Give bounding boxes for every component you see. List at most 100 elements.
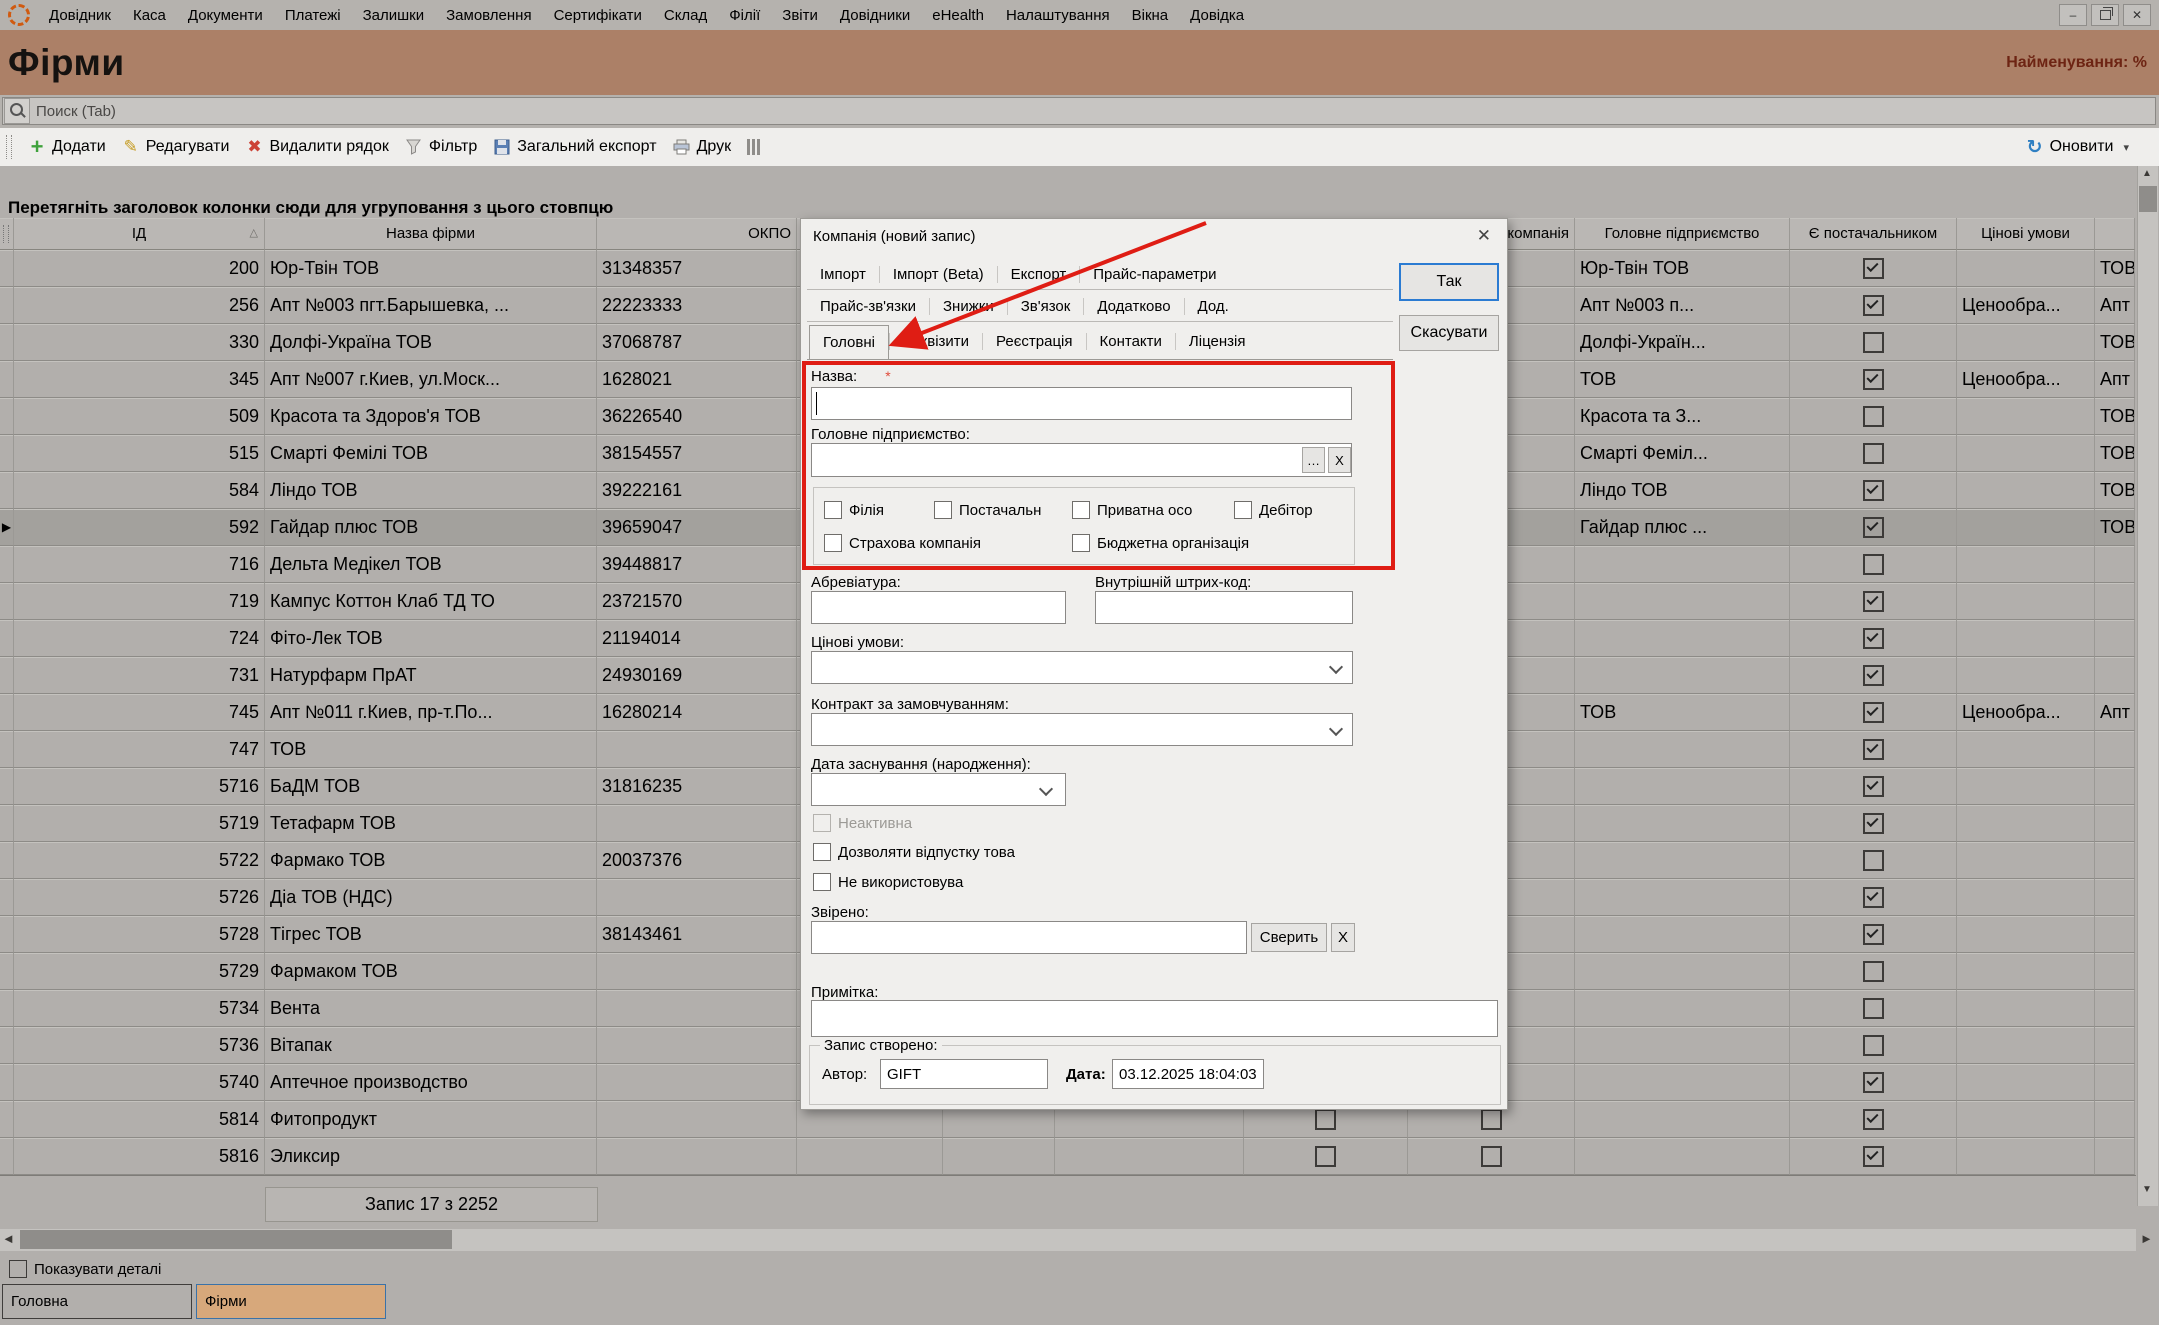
menu-item-4[interactable]: Залишки (352, 7, 436, 24)
edit-button[interactable]: ✎ Редагувати (114, 135, 238, 159)
show-details-checkbox[interactable] (9, 1260, 27, 1278)
cell-c7 (1055, 1138, 1244, 1175)
dialog-tab-3-1[interactable]: Реквізити (889, 333, 982, 350)
verify-button[interactable]: Сверить (1251, 923, 1327, 952)
column-header-ind[interactable] (0, 218, 14, 250)
print-button[interactable]: Друк (665, 135, 740, 159)
menu-item-6[interactable]: Сертифікати (543, 7, 653, 24)
dialog-tab-2-2[interactable]: Зв'язок (1007, 298, 1084, 315)
delete-label: Видалити рядок (269, 138, 388, 156)
cell-parent: ТОВ (1575, 694, 1790, 731)
dialog-tab-2-3[interactable]: Додатково (1083, 298, 1183, 315)
filter-button[interactable]: Фільтр (397, 135, 485, 159)
menu-item-1[interactable]: Каса (122, 7, 177, 24)
scroll-up-icon[interactable]: ▲ (2142, 168, 2152, 179)
column-header-supplier[interactable]: Є постачальником (1790, 218, 1957, 250)
abbr-input[interactable] (811, 591, 1066, 624)
type-checkbox-0[interactable]: Філія (824, 501, 884, 519)
scroll-down-icon[interactable]: ▼ (2142, 1184, 2152, 1195)
columns-button[interactable] (739, 136, 769, 158)
column-header-okpo[interactable]: ОКПО (597, 218, 797, 250)
price-terms-select[interactable] (811, 651, 1353, 684)
menu-item-14[interactable]: Довідка (1179, 7, 1255, 24)
contract-select[interactable] (811, 713, 1353, 746)
dialog-tab-2-4[interactable]: Дод. (1184, 298, 1242, 315)
menu-item-11[interactable]: eHealth (921, 7, 995, 24)
cell-name: ТОВ (265, 731, 597, 768)
dialog-tab-3-3[interactable]: Контакти (1086, 333, 1175, 350)
parent-clear-button[interactable]: X (1328, 447, 1351, 473)
author-input[interactable]: GIFT (880, 1059, 1048, 1089)
parent-company-input[interactable] (811, 443, 1352, 477)
c9-checkbox (1481, 1146, 1502, 1167)
dialog-tab-1-0[interactable]: Імпорт (807, 266, 879, 283)
menu-item-9[interactable]: Звіти (771, 7, 829, 24)
menu-item-10[interactable]: Довідники (829, 7, 921, 24)
tab-holovna[interactable]: Головна (2, 1284, 192, 1319)
hscroll-thumb[interactable] (20, 1230, 452, 1249)
dialog-tab-1-3[interactable]: Прайс-параметри (1079, 266, 1229, 283)
barcode-input[interactable] (1095, 591, 1353, 624)
delete-row-button[interactable]: ✖ Видалити рядок (237, 135, 396, 159)
export-button[interactable]: Загальний експорт (485, 135, 664, 159)
menu-item-5[interactable]: Замовлення (435, 7, 542, 24)
menu-item-7[interactable]: Склад (653, 7, 718, 24)
scroll-left-icon[interactable]: ◄ (2, 1231, 15, 1246)
dialog-tab-2-0[interactable]: Прайс-зв'язки (807, 298, 929, 315)
column-header-price[interactable]: Цінові умови (1957, 218, 2095, 250)
dialog-tab-1-1[interactable]: Імпорт (Beta) (879, 266, 997, 283)
type-checkbox-5[interactable]: Бюджетна організація (1072, 534, 1249, 552)
toolbar: + Додати ✎ Редагувати ✖ Видалити рядок Ф… (0, 128, 2159, 166)
menu-item-12[interactable]: Налаштування (995, 7, 1121, 24)
date-input[interactable]: 03.12.2025 18:04:03 (1112, 1059, 1264, 1089)
menu-item-0[interactable]: Довідник (38, 7, 122, 24)
vertical-scrollbar[interactable]: ▲ ▼ (2137, 166, 2158, 1206)
dialog-tab-3-4[interactable]: Ліцензія (1175, 333, 1259, 350)
dialog-close-icon[interactable]: ✕ (1477, 226, 1491, 246)
app-logo-icon (8, 4, 30, 26)
add-button[interactable]: + Додати (20, 135, 114, 159)
ok-button[interactable]: Так (1399, 263, 1499, 301)
column-header-id[interactable]: ІД△ (14, 218, 265, 250)
restore-button[interactable] (2091, 4, 2119, 26)
dialog-tab-1-2[interactable]: Експорт (997, 266, 1080, 283)
cancel-button[interactable]: Скасувати (1399, 315, 1499, 351)
tab-firmy[interactable]: Фірми (196, 1284, 386, 1319)
close-button[interactable]: ✕ (2123, 4, 2151, 26)
verified-input[interactable] (811, 921, 1247, 954)
menu-item-8[interactable]: Філії (718, 7, 771, 24)
note-textarea[interactable] (811, 1000, 1498, 1037)
name-input[interactable] (811, 387, 1352, 420)
cell-ind (0, 620, 14, 657)
table-row-5816[interactable]: 5816Эликсир (0, 1138, 2136, 1175)
refresh-button[interactable]: ↻ Оновити (2018, 135, 2122, 159)
type-checkbox-1[interactable]: Постачальн (934, 501, 1041, 519)
plus-icon: + (28, 138, 46, 156)
menu-item-13[interactable]: Вікна (1121, 7, 1180, 24)
not-used-checkbox[interactable]: Не використовува (813, 873, 963, 891)
parent-picker-button[interactable]: … (1302, 447, 1325, 473)
dialog-tab-2-1[interactable]: Знижки (929, 298, 1007, 315)
type-checkbox-3[interactable]: Дебітор (1234, 501, 1313, 519)
dialog-tab-3-2[interactable]: Реєстрація (982, 333, 1085, 350)
column-header-parent[interactable]: Головне підприємство (1575, 218, 1790, 250)
column-header-name[interactable]: Назва фірми (265, 218, 597, 250)
chevron-down-icon[interactable]: ▾ (2123, 141, 2129, 154)
minimize-button[interactable]: – (2059, 4, 2087, 26)
vscroll-thumb[interactable] (2139, 186, 2157, 212)
menu-item-3[interactable]: Платежі (274, 7, 352, 24)
menu-item-2[interactable]: Документи (177, 7, 274, 24)
allow-dispense-checkbox[interactable]: Дозволяти відпустку това (813, 843, 1015, 861)
cell-parent (1575, 916, 1790, 953)
scroll-right-icon[interactable]: ► (2140, 1231, 2153, 1246)
cell-ind (0, 1138, 14, 1175)
founded-date-select[interactable] (811, 773, 1066, 806)
cell-okpo (597, 731, 797, 768)
search-input[interactable] (30, 102, 2155, 121)
type-checkbox-2[interactable]: Приватна осо (1072, 501, 1192, 519)
column-header-form[interactable] (2095, 218, 2135, 250)
dialog-tab-3-0[interactable]: Головні (809, 325, 889, 359)
type-checkbox-4[interactable]: Страхова компанія (824, 534, 981, 552)
cell-supplier (1790, 990, 1957, 1027)
verified-clear-button[interactable]: X (1331, 923, 1355, 952)
